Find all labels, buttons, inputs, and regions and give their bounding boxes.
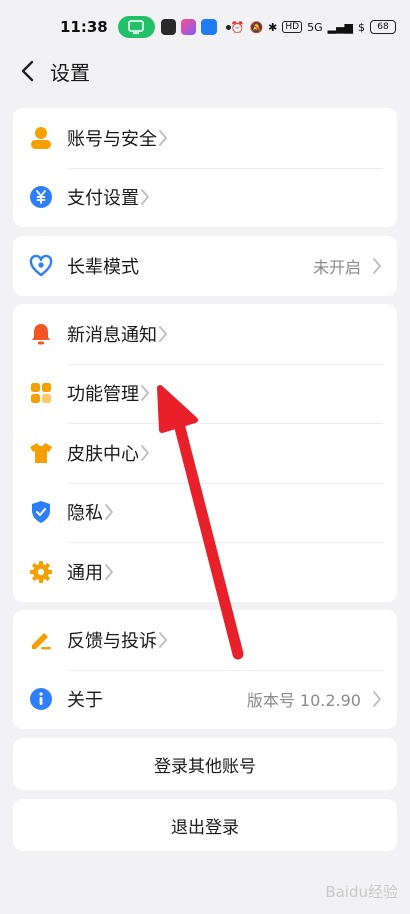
chevron-right-icon xyxy=(139,383,151,403)
chevron-right-icon xyxy=(371,256,383,276)
gear-icon xyxy=(29,560,53,584)
message-notification-item[interactable]: 新消息通知 xyxy=(13,304,397,364)
chevron-right-icon xyxy=(157,630,169,650)
video-app-icon xyxy=(180,19,197,35)
row-label: 账号与安全 xyxy=(67,128,157,150)
general-item[interactable]: 通用 xyxy=(13,542,397,602)
logout-button[interactable]: 退出登录 xyxy=(13,799,397,851)
page-header: 设置 xyxy=(0,54,410,88)
zhihu-app-icon xyxy=(201,19,217,35)
feedback-item[interactable]: 反馈与投诉 xyxy=(13,610,397,670)
row-label: 关于 xyxy=(67,690,103,712)
row-label: 反馈与投诉 xyxy=(67,630,157,652)
row-label: 皮肤中心 xyxy=(67,443,139,465)
grid-icon xyxy=(29,381,53,405)
chevron-right-icon xyxy=(139,187,151,207)
status-time: 11:38 xyxy=(60,18,108,36)
row-label: 新消息通知 xyxy=(67,324,157,346)
skin-center-item[interactable]: 皮肤中心 xyxy=(13,423,397,483)
chevron-right-icon xyxy=(157,128,169,148)
features-group: 新消息通知 功能管理 皮肤中心 隐私 通用 xyxy=(13,304,397,602)
account-security-item[interactable]: 账号与安全 xyxy=(13,108,397,168)
status-bar: 11:38 ⏰ 🔕 ✱ HD 5G ▂▄▆ $ 68 xyxy=(0,0,410,54)
bell-icon xyxy=(29,322,53,346)
row-label: 隐私 xyxy=(67,503,103,525)
elder-mode-group: 长辈模式 未开启 xyxy=(13,236,397,296)
chevron-right-icon xyxy=(103,502,115,522)
elder-mode-status: 未开启 xyxy=(312,257,361,277)
row-label: 通用 xyxy=(67,562,103,584)
battery-icon: 68 xyxy=(370,20,396,34)
network-label: 5G xyxy=(307,20,323,34)
status-indicators: ⏰ 🔕 ✱ HD 5G ▂▄▆ $ 68 xyxy=(231,20,396,34)
feature-management-item[interactable]: 功能管理 xyxy=(13,363,397,424)
tshirt-icon xyxy=(29,441,53,465)
support-group: 反馈与投诉 关于 版本号 10.2.90 xyxy=(13,610,397,729)
hd-icon: HD xyxy=(282,21,303,33)
chevron-right-icon xyxy=(157,324,169,344)
privacy-item[interactable]: 隐私 xyxy=(13,482,397,543)
switch-account-button[interactable]: 登录其他账号 xyxy=(13,738,397,790)
shield-icon xyxy=(29,500,53,524)
row-label: 支付设置 xyxy=(67,188,139,210)
switch-account-card: 登录其他账号 xyxy=(13,738,397,790)
alarm-icon: ⏰ xyxy=(230,20,245,34)
app-notification-icon xyxy=(160,19,176,35)
info-icon xyxy=(29,687,53,711)
back-icon[interactable] xyxy=(16,60,38,82)
screen-cast-icon[interactable] xyxy=(117,16,155,38)
elder-mode-item[interactable]: 长辈模式 未开启 xyxy=(13,236,397,296)
chevron-right-icon xyxy=(103,562,115,582)
logout-card: 退出登录 xyxy=(13,799,397,851)
row-label: 功能管理 xyxy=(67,384,139,406)
payment-settings-item[interactable]: 支付设置 xyxy=(13,167,397,228)
user-icon xyxy=(29,126,53,150)
version-number: 版本号 10.2.90 xyxy=(246,691,361,711)
row-label: 长辈模式 xyxy=(67,256,139,278)
data-saver-icon: $ xyxy=(358,20,365,34)
heart-icon xyxy=(29,254,53,278)
watermark: Baidu经验 xyxy=(325,883,398,901)
page-title: 设置 xyxy=(50,60,90,85)
yuan-icon xyxy=(29,185,53,209)
bluetooth-icon: ✱ xyxy=(268,20,278,34)
about-item[interactable]: 关于 版本号 10.2.90 xyxy=(13,669,397,730)
pencil-icon xyxy=(29,628,53,652)
account-group: 账号与安全 支付设置 xyxy=(13,108,397,227)
signal-icon: ▂▄▆ xyxy=(327,20,353,34)
chevron-right-icon xyxy=(139,443,151,463)
mute-icon: 🔕 xyxy=(249,20,264,34)
chevron-right-icon xyxy=(371,689,383,709)
